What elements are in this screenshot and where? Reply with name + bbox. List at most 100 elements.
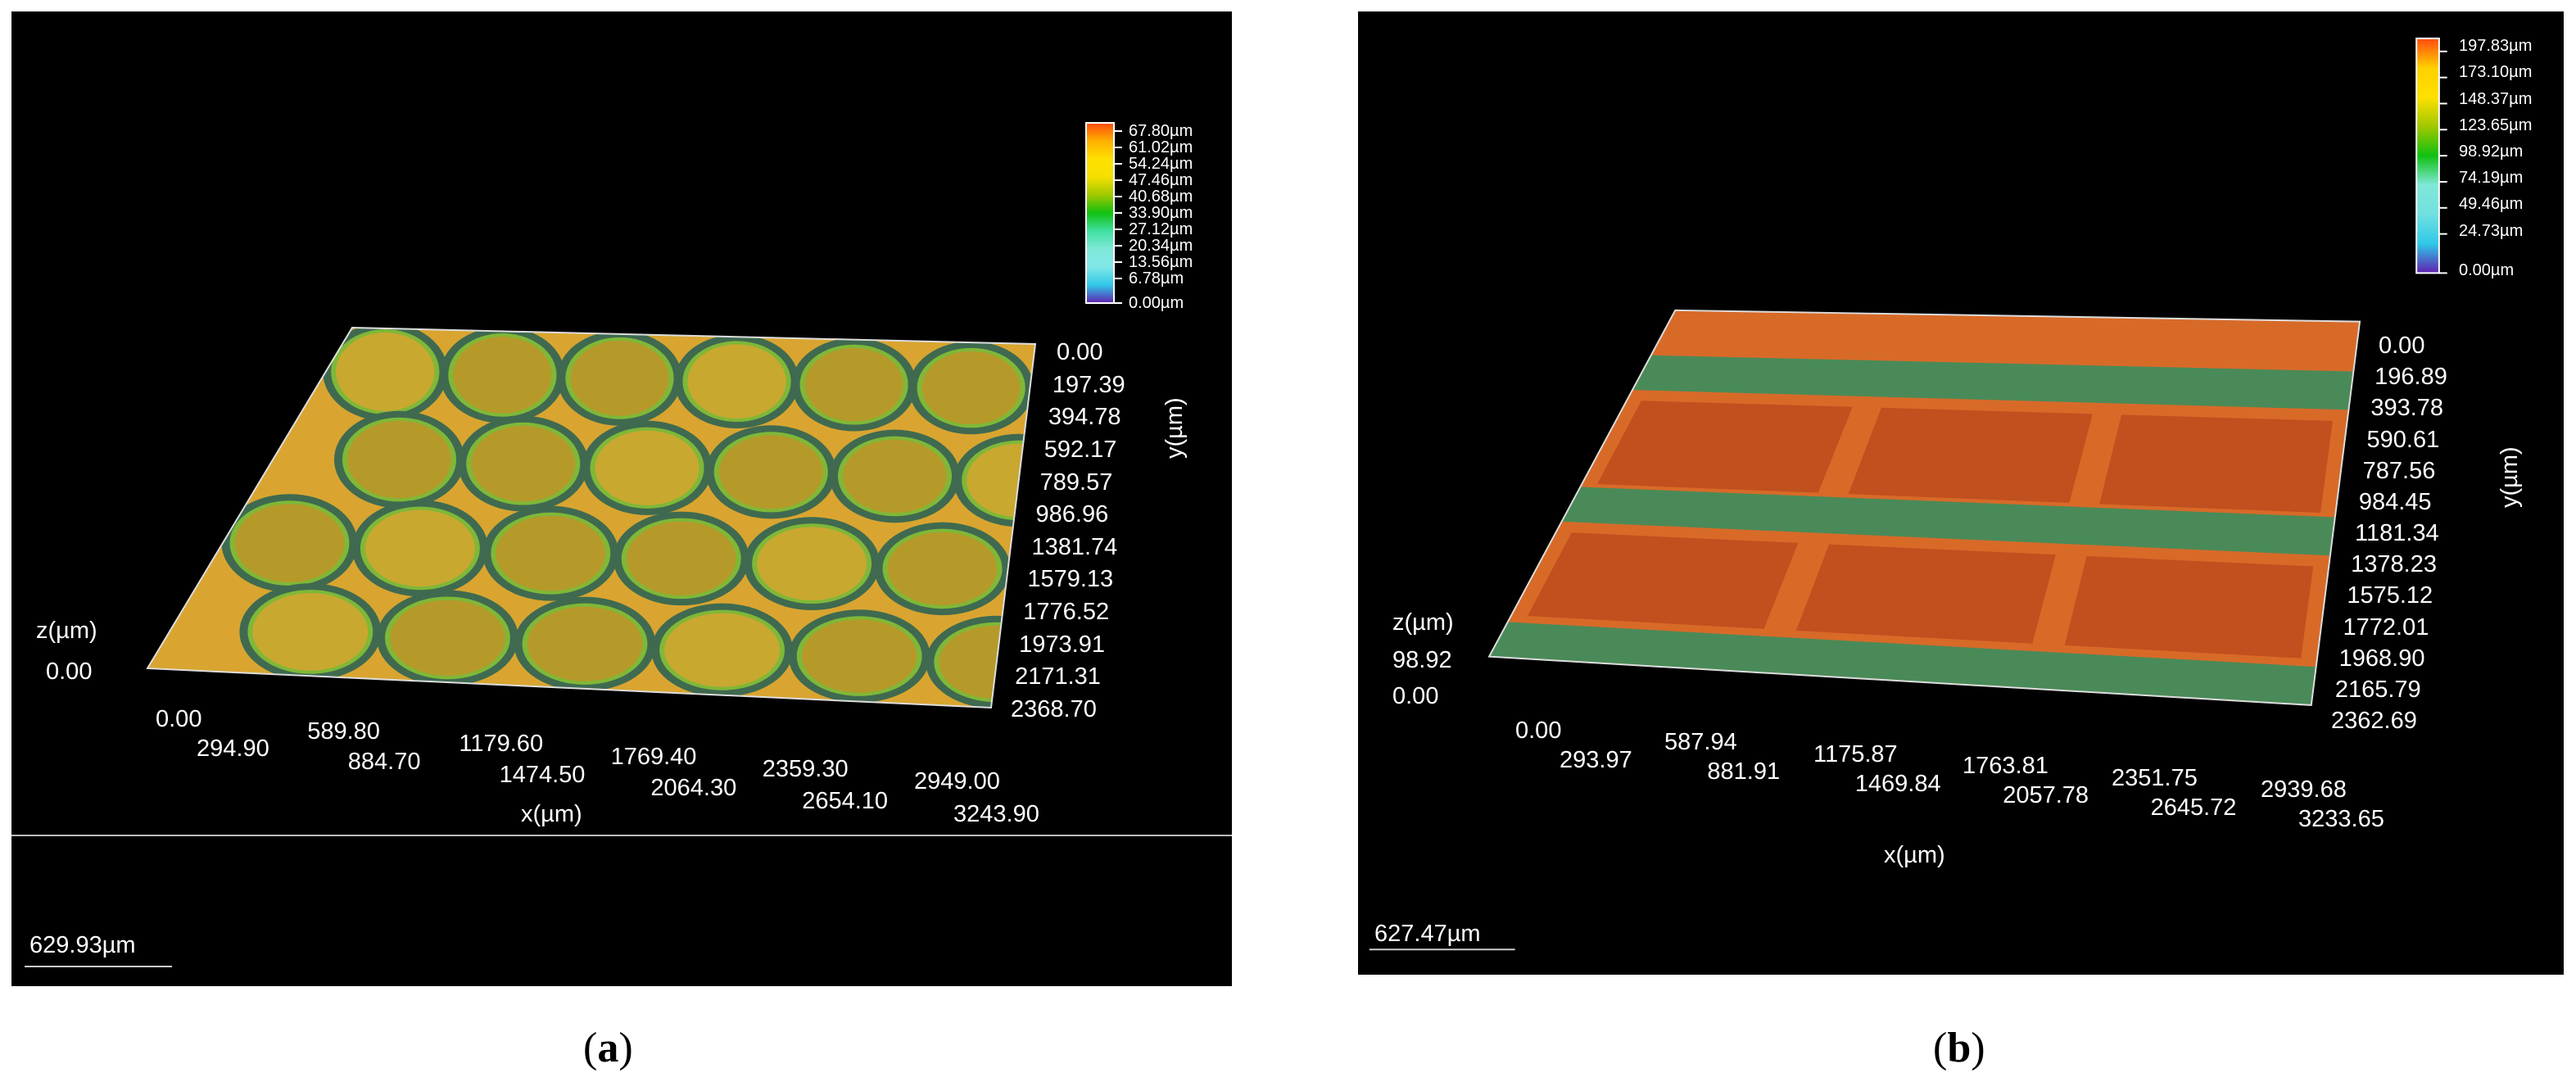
x-tick-label: 2939.68 (2261, 776, 2347, 803)
cell-lumen (887, 532, 998, 606)
cell-lumen (252, 593, 369, 671)
x-tick-label: 2645.72 (2150, 794, 2237, 821)
cell-lumen (804, 347, 903, 422)
y-tick-label: 2368.70 (1011, 696, 1097, 722)
y-tick-label: 196.89 (2375, 364, 2447, 391)
y-tick-label: 393.78 (2370, 395, 2444, 422)
panel-b: 197.83µm 173.10µm 148.37µm 123.65µm 98.92µm 7… (1358, 11, 2564, 975)
x-tick-label: 2654.10 (802, 788, 889, 814)
x-tick-label: 293.97 (1560, 747, 1632, 773)
x-tick-label: 589.80 (307, 718, 380, 745)
z-tick-label: 0.00 (1392, 683, 1439, 709)
cell-lumen (687, 344, 786, 419)
y-tick-label: 0.00 (1057, 339, 1103, 365)
y-tick-label: 984.45 (2358, 488, 2432, 515)
cell-lumen (234, 504, 345, 583)
caption-b: (b) (1933, 1025, 1985, 1071)
y-tick-label: 2362.69 (2331, 708, 2417, 734)
legend-label: 98.92µm (2459, 143, 2524, 161)
cell-lumen (921, 351, 1021, 425)
cell-lumen (757, 527, 867, 601)
x-tick-label: 1763.81 (1963, 753, 2049, 780)
cell-lumen (595, 430, 699, 505)
cell-lumen (842, 439, 948, 514)
x-tick-label: 0.00 (156, 706, 202, 732)
legend-label: 197.83µm (2459, 37, 2533, 56)
legend-label: 61.02µm (1129, 138, 1193, 156)
x-tick-label: 3243.90 (953, 801, 1039, 827)
legend-label: 148.37µm (2459, 89, 2533, 108)
cell-lumen (346, 420, 452, 499)
legend-label: 0.00µm (2459, 261, 2515, 279)
x-tick-label: 881.91 (1707, 758, 1781, 785)
x-tick-label: 587.94 (1664, 729, 1737, 756)
y-axis-title: y(µm) (1161, 397, 1188, 459)
x-tick-label: 3233.65 (2298, 806, 2384, 832)
cell-lumen (801, 619, 917, 693)
color-legend-bar (2415, 37, 2440, 274)
legend-label: 33.90µm (1129, 204, 1193, 222)
brick-cell (1527, 532, 1799, 629)
brick-cell (1848, 407, 2093, 503)
legend-label: 123.65µm (2459, 115, 2533, 134)
surface-plot-a (11, 122, 1232, 967)
scale-bar-label: 627.47µm (1374, 921, 1481, 947)
legend-label: 67.80µm (1129, 122, 1193, 140)
y-tick-label: 0.00 (2379, 333, 2425, 359)
x-tick-label: 1179.60 (459, 731, 544, 758)
x-axis-title: x(µm) (521, 801, 582, 827)
y-tick-label: 1968.90 (2338, 645, 2425, 672)
cell-lumen (364, 509, 475, 587)
cell-lumen (336, 333, 435, 411)
x-tick-label: 2057.78 (2003, 782, 2089, 809)
cell-lumen (527, 606, 643, 681)
y-tick-label: 1181.34 (2355, 520, 2439, 546)
cell-lumen (471, 425, 576, 502)
legend-label: 54.24µm (1129, 155, 1193, 173)
y-tick-label: 2171.31 (1015, 663, 1101, 690)
x-tick-label: 1175.87 (1813, 740, 1898, 767)
y-tick-label: 592.17 (1044, 436, 1117, 463)
x-tick-label: 884.70 (347, 749, 421, 775)
figure: 67.80µm 61.02µm 54.24µm 47.46µm 40.68µm 33.90… (0, 0, 2576, 1091)
y-tick-label: 1579.13 (1027, 566, 1114, 593)
legend-label: 0.00µm (1129, 294, 1184, 312)
x-tick-label: 1769.40 (610, 743, 697, 770)
cell-lumen (389, 600, 505, 677)
y-tick-label: 1973.91 (1019, 631, 1105, 658)
y-tick-label: 394.78 (1048, 404, 1121, 431)
legend-label: 49.46µm (2459, 195, 2524, 214)
legend-label: 6.78µm (1129, 269, 1184, 287)
legend-label: 40.68µm (1129, 188, 1193, 206)
y-tick-label: 787.56 (2362, 457, 2436, 484)
cell-lumen (664, 613, 781, 687)
x-tick-label: 2359.30 (762, 755, 849, 782)
legend-label: 47.46µm (1129, 171, 1193, 189)
brick-cell (1597, 401, 1853, 493)
legend-label: 13.56µm (1129, 253, 1193, 271)
brick-cell (2064, 555, 2314, 659)
cell-lumen (496, 515, 606, 591)
cell-lumen (626, 521, 736, 596)
legend-label: 24.73µm (2459, 221, 2524, 240)
scale-bar-label: 629.93µm (29, 932, 136, 958)
x-tick-label: 2351.75 (2112, 764, 2198, 791)
x-tick-label: 1469.84 (1854, 770, 1941, 797)
color-legend-bar (1085, 122, 1115, 304)
y-tick-label: 1772.01 (2343, 613, 2429, 641)
cell-lumen (570, 340, 669, 416)
x-tick-label: 1474.50 (499, 762, 586, 788)
legend-label: 27.12µm (1129, 220, 1193, 238)
y-axis-title: y(µm) (2497, 446, 2523, 508)
y-tick-label: 1381.74 (1031, 533, 1118, 560)
z-axis-title: z(µm) (1392, 609, 1454, 636)
legend-label: 20.34µm (1129, 237, 1193, 255)
z-tick-label: 0.00 (46, 659, 93, 685)
cell-lumen (718, 435, 823, 509)
x-tick-label: 294.90 (197, 736, 269, 762)
panel-a: 67.80µm 61.02µm 54.24µm 47.46µm 40.68µm 33.90… (11, 11, 1232, 986)
legend-label: 173.10µm (2459, 63, 2533, 82)
y-tick-label: 1776.52 (1023, 599, 1110, 626)
legend-label: 74.19µm (2459, 169, 2524, 188)
y-tick-label: 197.39 (1052, 371, 1125, 398)
